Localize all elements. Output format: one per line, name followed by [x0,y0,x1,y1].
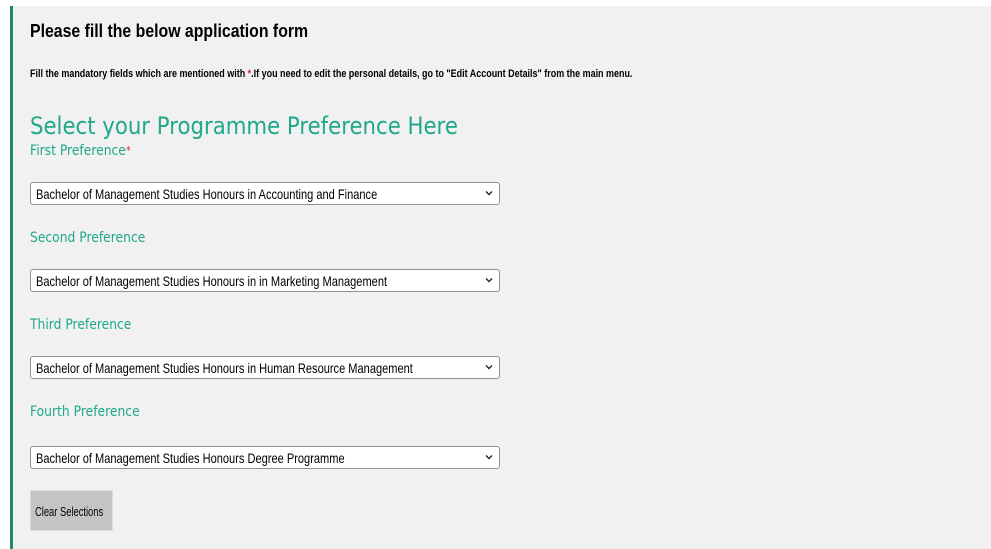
third-preference-selected-value: Bachelor of Management Studies Honours i… [36,360,413,376]
third-preference-select[interactable]: Bachelor of Management Studies Honours i… [30,356,500,379]
first-preference-selected-value: Bachelor of Management Studies Honours i… [36,186,378,202]
chevron-down-icon [485,455,493,460]
programme-preference-heading: Select your Programme Preference Here [30,112,458,140]
second-preference-label: Second Preference [30,230,146,246]
third-preference-label: Third Preference [30,317,132,333]
first-preference-label: First Preference* [30,143,131,159]
second-preference-select[interactable]: Bachelor of Management Studies Honours i… [30,269,500,292]
clear-selections-label: Clear Selections [35,504,104,519]
chevron-down-icon [485,365,493,370]
fourth-preference-select[interactable]: Bachelor of Management Studies Honours D… [30,446,500,469]
instructions-text-start: Fill the mandatory fields which are ment… [30,68,248,80]
first-preference-label-text: First Preference [30,143,126,159]
clear-selections-button[interactable]: Clear Selections [30,490,113,531]
fourth-preference-selected-value: Bachelor of Management Studies Honours D… [36,450,345,466]
form-instructions: Fill the mandatory fields which are ment… [30,68,632,80]
first-preference-select[interactable]: Bachelor of Management Studies Honours i… [30,182,500,205]
form-title: Please fill the below application form [30,21,309,41]
instructions-text-end: .If you need to edit the personal detail… [251,68,633,80]
page: Please fill the below application form F… [0,0,991,549]
chevron-down-icon [485,191,493,196]
required-marker: * [125,144,131,157]
chevron-down-icon [485,278,493,283]
fourth-preference-label: Fourth Preference [30,404,140,420]
second-preference-selected-value: Bachelor of Management Studies Honours i… [36,273,388,289]
application-form-panel: Please fill the below application form F… [10,6,991,549]
